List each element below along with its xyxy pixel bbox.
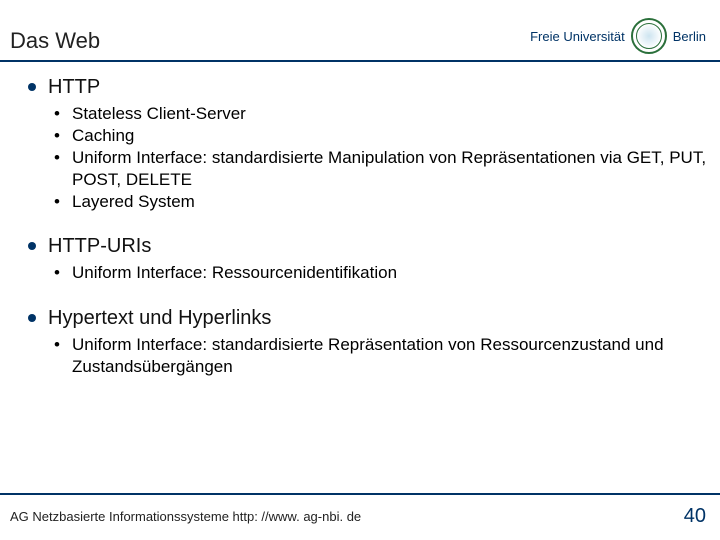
page-title: Das Web [10, 28, 100, 54]
list-item: Hypertext und Hyperlinks Uniform Interfa… [10, 307, 710, 378]
sub-list: Uniform Interface: Ressourcenidentifikat… [48, 262, 710, 284]
footer-text: AG Netzbasierte Informationssysteme http… [10, 509, 361, 524]
list-item: HTTP Stateless Client-Server Caching Uni… [10, 76, 710, 213]
bullet-label: HTTP-URIs [48, 235, 710, 258]
sub-item: Uniform Interface: Ressourcenidentifikat… [48, 262, 710, 284]
logo-main: Universität [563, 29, 624, 44]
sub-item: Uniform Interface: standardisierte Reprä… [48, 334, 710, 378]
logo-prefix: Freie [530, 29, 560, 44]
sub-list: Stateless Client-Server Caching Uniform … [48, 103, 710, 213]
university-logo: Freie Universität Berlin [530, 18, 706, 54]
bullet-label: HTTP [48, 76, 710, 99]
sub-item: Stateless Client-Server [48, 103, 710, 125]
bullet-list: HTTP Stateless Client-Server Caching Uni… [10, 76, 710, 378]
logo-city: Berlin [673, 29, 706, 44]
sub-item: Uniform Interface: standardisierte Manip… [48, 147, 710, 191]
slide-header: Das Web Freie Universität Berlin [0, 0, 720, 62]
slide-footer: AG Netzbasierte Informationssysteme http… [0, 493, 720, 540]
bullet-label: Hypertext und Hyperlinks [48, 307, 710, 330]
sub-item: Layered System [48, 191, 710, 213]
sub-list: Uniform Interface: standardisierte Reprä… [48, 334, 710, 378]
seal-icon [631, 18, 667, 54]
slide-content: HTTP Stateless Client-Server Caching Uni… [0, 62, 720, 378]
page-number: 40 [684, 505, 706, 528]
list-item: HTTP-URIs Uniform Interface: Ressourceni… [10, 235, 710, 284]
logo-text: Freie Universität [530, 29, 625, 44]
sub-item: Caching [48, 125, 710, 147]
